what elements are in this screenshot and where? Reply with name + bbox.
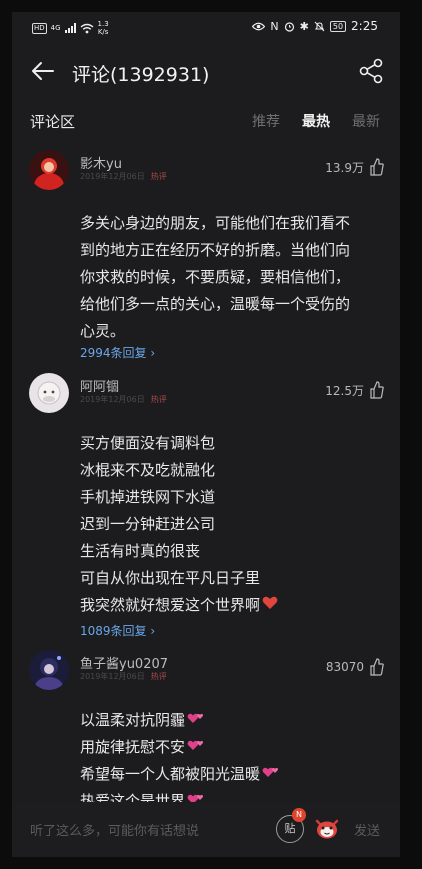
comment-text: 多关心身边的朋友，可能他们在我们看不 到的地方正在经历不好的折磨。当他们向 你求… [80,210,380,345]
hot-tag: 热评 [150,395,167,404]
comment-input-bar: 听了这么多，可能你有话想说 贴 N 发送 [12,802,400,857]
like-count: 83070 [325,660,364,674]
comment-line-text: 以温柔对抗阴霾 [80,711,186,729]
nfc-icon: N [270,19,279,33]
alarm-icon [284,21,294,32]
bluetooth-icon: ✱ [299,19,309,33]
send-button[interactable]: 发送 [354,820,380,839]
comment-author[interactable]: 影木yu [80,153,122,172]
revolving-hearts-emoji [187,707,205,734]
speed-unit: K/s [97,28,109,36]
comment-line: 手机掉进铁网下水道 [80,488,216,506]
comment-line: 你求救的时候，不要质疑，要相信他们， [80,268,351,286]
network-type: 4G [50,24,61,32]
hd-icon: HD [32,22,47,34]
comment-meta: 2019年12月06日 热评 [80,671,167,682]
comment-meta: 2019年12月06日 热评 [80,394,167,405]
comment-line-text: 希望每一个人都被阳光温暖 [80,765,261,783]
signal-icon [64,23,76,33]
section-label: 评论区 [30,113,76,131]
comment-text: 以温柔对抗阴霾 用旋律抚慰不安 希望每一个人都被阳光温暖 热爱这个是世界 [80,707,380,815]
chevron-right-icon: › [150,624,156,638]
revolving-hearts-emoji [262,761,280,788]
comment-author[interactable]: 鱼子酱yu0207 [80,653,168,672]
comment-date: 2019年12月06日 [80,172,145,181]
comment-section-header: 评论区 推荐 最热 最新 [12,108,400,132]
comment-line: 给他们多一点的关心，温暖每一个受伤的 [80,295,351,313]
sort-newest[interactable]: 最新 [352,111,380,131]
comment-line: 冰棍来不及吃就融化 [80,461,216,479]
new-badge: N [292,808,306,822]
chevron-right-icon: › [150,346,156,360]
replies-count: 1089条回复 [80,624,147,638]
status-right: N ✱ 50 2:25 [252,19,378,33]
comment-line: 迟到一分钟赶进公司 [80,515,216,533]
network-speed: 1.3 K/s [98,20,109,36]
hot-tag: 热评 [150,172,167,181]
comment-line-text: 用旋律抚慰不安 [80,738,186,756]
thumb-up-icon [370,381,384,399]
speed-value: 1.3 [97,20,109,28]
comment-author[interactable]: 阿阿锢 [80,376,119,395]
share-icon[interactable] [356,56,386,86]
comment-date: 2019年12月06日 [80,395,145,404]
like-button[interactable]: 83070 [326,658,384,676]
screen-frame: HD 4G 1.3 K/s N ✱ 50 2:25 评论(1392931) 评论… [12,12,400,857]
comment-line: 心灵。 [80,322,126,340]
avatar[interactable] [29,150,69,190]
comment-line: 希望每一个人都被阳光温暖 [80,761,380,788]
comment-line: 可自从你出现在平凡日子里 [80,569,261,587]
back-arrow-icon[interactable] [28,56,58,86]
sort-tabs: 推荐 最热 最新 [252,111,380,131]
comment-line: 买方便面没有调料包 [80,434,216,452]
comment-line: 用旋律抚慰不安 [80,734,380,761]
comment-text: 买方便面没有调料包 冰棍来不及吃就融化 手机掉进铁网下水道 迟到一分钟赶进公司 … [80,430,380,619]
emoji-face-icon[interactable] [314,816,340,840]
thumb-up-icon [370,158,384,176]
like-count: 13.9万 [325,160,364,175]
avatar[interactable] [29,650,69,690]
red-heart-emoji [262,592,278,619]
replies-count: 2994条回复 [80,346,147,360]
comment-line: 生活有时真的很丧 [80,542,201,560]
comment-date: 2019年12月06日 [80,672,145,681]
comment-line-text: 我突然就好想爱这个世界啊 [80,596,261,614]
like-button[interactable]: 12.5万 [325,381,384,399]
comment-meta: 2019年12月06日 热评 [80,171,167,182]
comment-input[interactable]: 听了这么多，可能你有话想说 [30,820,199,839]
comment-line: 到的地方正在经历不好的折磨。当他们向 [80,241,351,259]
thumb-up-icon [370,658,384,676]
replies-link[interactable]: 2994条回复 › [80,344,155,361]
mute-icon [314,21,325,31]
status-bar: HD 4G 1.3 K/s N ✱ 50 2:25 [12,12,400,42]
like-count: 12.5万 [325,383,364,398]
hot-tag: 热评 [150,672,167,681]
status-left: HD 4G 1.3 K/s [32,20,109,36]
page-title: 评论(1392931) [72,64,210,86]
revolving-hearts-emoji [187,734,205,761]
comment-line: 我突然就好想爱这个世界啊 [80,592,380,619]
comment-line: 多关心身边的朋友，可能他们在我们看不 [80,214,351,232]
sort-recommended[interactable]: 推荐 [252,111,280,131]
avatar[interactable] [29,373,69,413]
wifi-icon [80,23,93,33]
like-button[interactable]: 13.9万 [325,158,384,176]
eye-icon [252,22,266,30]
sort-hottest[interactable]: 最热 [302,111,330,131]
comment-line: 以温柔对抗阴霾 [80,707,380,734]
clock: 2:25 [351,19,378,33]
battery-icon: 50 [329,20,347,32]
header-bar: 评论(1392931) [12,50,400,94]
replies-link[interactable]: 1089条回复 › [80,622,155,639]
